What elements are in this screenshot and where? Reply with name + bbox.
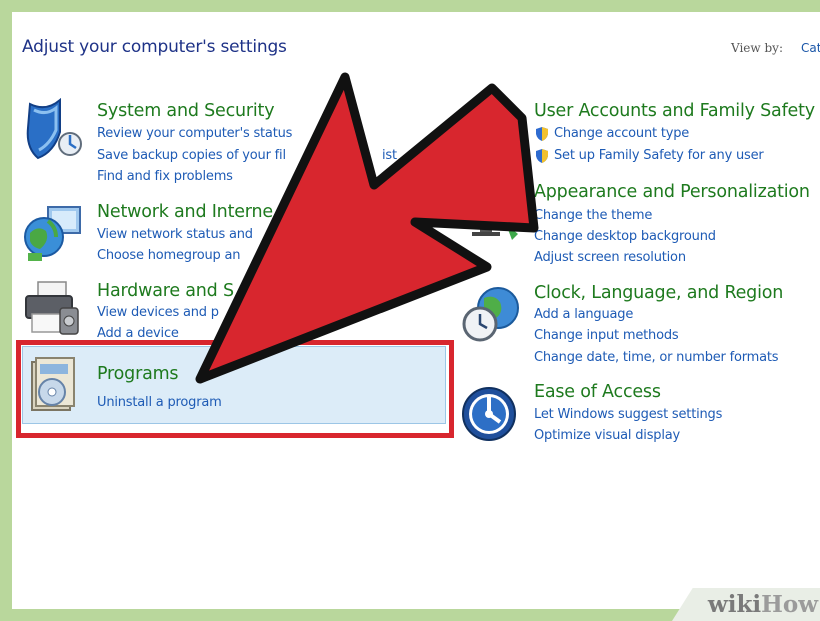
category-clock-region[interactable]: Clock, Language, and Region xyxy=(534,283,783,303)
link-change-theme[interactable]: Change the theme xyxy=(534,208,652,223)
link-input-methods[interactable]: Change input methods xyxy=(534,328,679,343)
link-add-device[interactable]: Add a device xyxy=(97,326,179,341)
watermark-how: How xyxy=(761,591,818,618)
ease-of-access-icon xyxy=(460,385,518,447)
link-view-devices[interactable]: View devices and p xyxy=(97,305,219,320)
link-change-account-type[interactable]: Change account type xyxy=(554,126,689,141)
appearance-icon xyxy=(462,188,524,250)
link-save-backup-tail[interactable]: ist xyxy=(382,148,397,163)
category-appearance[interactable]: Appearance and Personalization xyxy=(534,182,810,202)
wikihow-watermark: wikiHow xyxy=(672,588,820,621)
link-windows-suggest[interactable]: Let Windows suggest settings xyxy=(534,407,722,422)
view-by-dropdown[interactable]: Cat xyxy=(801,41,820,55)
uac-shield-icon xyxy=(534,148,550,168)
clock-globe-icon xyxy=(460,284,522,350)
link-screen-resolution[interactable]: Adjust screen resolution xyxy=(534,250,686,265)
globe-network-icon xyxy=(22,205,82,267)
link-network-status[interactable]: View network status and xyxy=(97,227,253,242)
view-by-label: View by: xyxy=(731,41,783,55)
link-add-language[interactable]: Add a language xyxy=(534,307,633,322)
category-user-accounts[interactable]: User Accounts and Family Safety xyxy=(534,101,815,121)
category-network-internet[interactable]: Network and Interne xyxy=(97,202,273,222)
link-family-safety[interactable]: Set up Family Safety for any user xyxy=(554,148,764,163)
category-system-security[interactable]: System and Security xyxy=(97,101,275,121)
category-hardware-sound[interactable]: Hardware and S xyxy=(97,281,234,301)
programs-highlight-annotation xyxy=(16,340,454,438)
category-ease-of-access[interactable]: Ease of Access xyxy=(534,382,661,402)
link-review-status[interactable]: Review your computer's status xyxy=(97,126,292,141)
link-date-time-formats[interactable]: Change date, time, or number formats xyxy=(534,350,779,365)
printer-icon xyxy=(22,280,82,342)
link-desktop-background[interactable]: Change desktop background xyxy=(534,229,716,244)
link-save-backup[interactable]: Save backup copies of your fil xyxy=(97,148,286,163)
shield-icon xyxy=(24,97,82,164)
user-accounts-icon xyxy=(468,104,524,166)
link-homegroup[interactable]: Choose homegroup an xyxy=(97,248,240,263)
link-find-fix[interactable]: Find and fix problems xyxy=(97,169,233,184)
link-optimize-display[interactable]: Optimize visual display xyxy=(534,428,680,443)
watermark-wiki: wiki xyxy=(707,591,762,618)
uac-shield-icon xyxy=(534,126,550,146)
page-title: Adjust your computer's settings xyxy=(22,37,287,57)
